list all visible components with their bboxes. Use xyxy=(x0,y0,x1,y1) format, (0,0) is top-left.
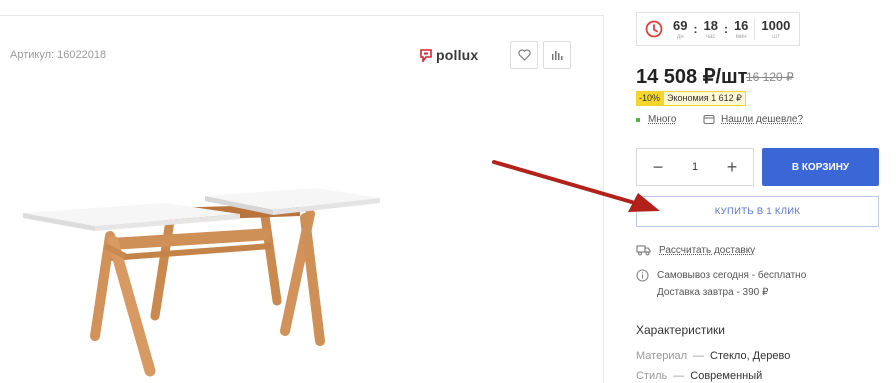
timer-minutes: 16 мин xyxy=(734,19,748,40)
quantity-increase-button[interactable]: + xyxy=(725,158,739,176)
courier-text: Доставка завтра - 390 ₽ xyxy=(657,287,769,298)
timer-days-value: 69 xyxy=(673,17,688,33)
stock-status: Много xyxy=(636,114,676,125)
timer-separator: : xyxy=(723,22,728,36)
heart-icon xyxy=(517,49,531,61)
stock-link[interactable]: Много xyxy=(648,114,676,125)
spec-dash: — xyxy=(693,350,704,362)
current-price: 14 508 ₽/шт xyxy=(636,66,748,88)
sale-countdown-timer: 69 дн : 18 час : 16 мин 1000 шт xyxy=(636,12,800,46)
compare-button[interactable] xyxy=(543,41,571,69)
timer-days: 69 дн xyxy=(673,19,687,40)
delivery-calc[interactable]: Рассчитать доставку xyxy=(636,244,755,256)
spec-row: Материал — Стекло, Дерево xyxy=(636,350,790,362)
product-image[interactable] xyxy=(15,166,395,381)
spec-value: Стекло, Дерево xyxy=(710,350,791,362)
discount-badge: -10% xyxy=(636,91,664,106)
delivery-info: Самовывоз сегодня - бесплатно Доставка з… xyxy=(636,267,806,301)
info-icon xyxy=(636,269,649,282)
pickup-text: Самовывоз сегодня - бесплатно xyxy=(657,270,807,281)
found-cheaper-link[interactable]: Нашли дешевле? xyxy=(721,114,803,125)
clock-icon xyxy=(645,20,663,38)
favorite-button[interactable] xyxy=(510,41,538,69)
spec-row: Стиль — Современный xyxy=(636,370,762,382)
timer-stock-value: 1000 xyxy=(761,17,791,33)
tag-icon xyxy=(703,114,715,125)
buy-one-click-button[interactable]: КУПИТЬ В 1 КЛИК xyxy=(636,196,879,227)
timer-hours-value: 18 xyxy=(703,17,718,33)
pollux-logo-icon xyxy=(420,48,432,62)
stock-indicator-icon xyxy=(636,117,640,122)
timer-divider xyxy=(754,18,756,40)
timer-separator: : xyxy=(693,22,698,36)
timer-days-unit: дн xyxy=(676,33,684,40)
timer-stock: 1000 шт xyxy=(761,19,790,40)
timer-hours-unit: час xyxy=(705,33,716,40)
truck-icon xyxy=(636,245,651,256)
discount-badges: -10% Экономия 1 612 ₽ xyxy=(636,91,746,106)
brand-name: pollux xyxy=(436,47,479,63)
compare-icon xyxy=(552,51,563,60)
add-to-cart-button[interactable]: В КОРЗИНУ xyxy=(762,148,879,186)
spec-value: Современный xyxy=(690,370,763,382)
sku-label: Артикул: 16022018 xyxy=(10,49,107,61)
timer-hours: 18 час xyxy=(703,19,717,40)
found-cheaper[interactable]: Нашли дешевле? xyxy=(703,114,803,125)
saving-badge: Экономия 1 612 ₽ xyxy=(663,91,746,106)
old-price: 16 120 ₽ xyxy=(746,70,794,84)
spec-dash: — xyxy=(673,370,685,382)
timer-stock-unit: шт xyxy=(772,33,780,40)
timer-minutes-value: 16 xyxy=(733,17,749,33)
quantity-stepper[interactable]: − 1 + xyxy=(636,148,754,186)
specs-title: Характеристики xyxy=(636,323,725,337)
delivery-calc-link[interactable]: Рассчитать доставку xyxy=(659,245,755,256)
timer-minutes-unit: мин xyxy=(735,33,747,40)
spec-key: Стиль xyxy=(636,370,668,382)
spec-key: Материал xyxy=(636,350,687,362)
quantity-value[interactable]: 1 xyxy=(692,161,698,173)
quantity-decrease-button[interactable]: − xyxy=(651,158,665,176)
brand-logo[interactable]: pollux xyxy=(420,47,478,63)
product-gallery-panel: Артикул: 16022018 pollux xyxy=(0,15,604,383)
